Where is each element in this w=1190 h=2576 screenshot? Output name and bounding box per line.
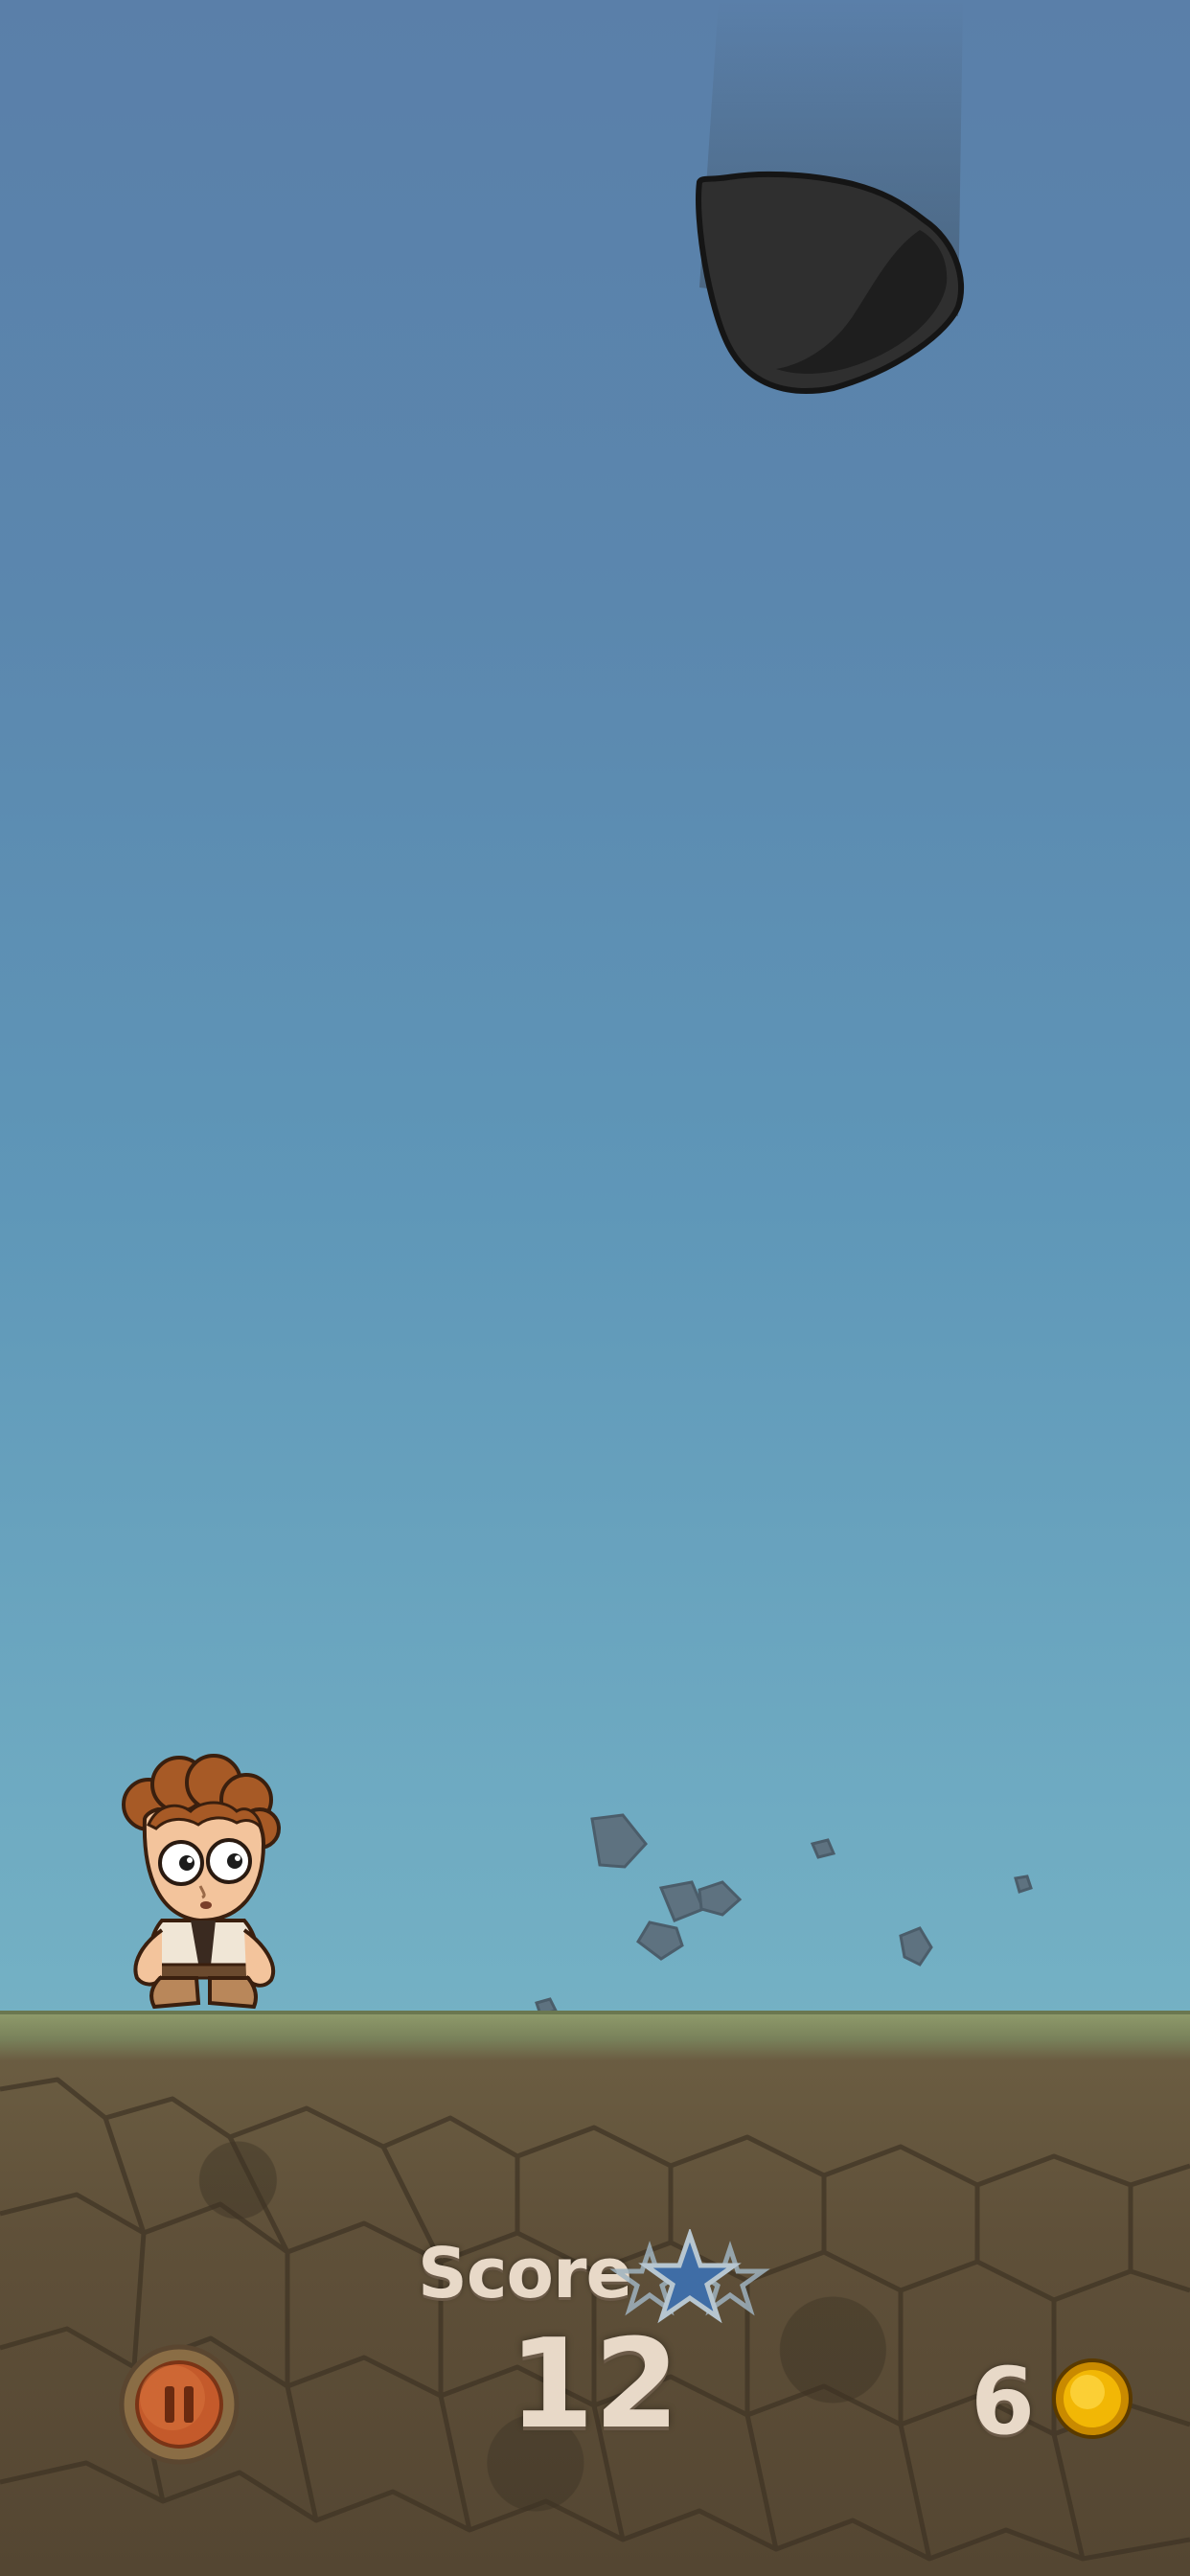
debris-chunk bbox=[1014, 1874, 1033, 1894]
pause-button[interactable] bbox=[117, 2342, 241, 2467]
coin-icon bbox=[1052, 2358, 1133, 2439]
score-value: 12 bbox=[508, 2313, 680, 2456]
debris-chunk bbox=[636, 1920, 684, 1961]
game-scene: Score 12 6 bbox=[0, 0, 1190, 2576]
debris-chunk bbox=[698, 1880, 743, 1917]
coin-count: 6 bbox=[971, 2348, 1035, 2455]
hero-boot-left bbox=[149, 1976, 201, 2010]
hero-character bbox=[122, 1754, 281, 2010]
debris-chunk bbox=[810, 1838, 836, 1859]
debris-chunk bbox=[658, 1880, 705, 1922]
debris-chunk bbox=[590, 1813, 648, 1869]
rock-debris bbox=[535, 1813, 1033, 2016]
grass-strip bbox=[0, 2011, 1190, 2060]
hero-boot-right bbox=[208, 1976, 258, 2010]
debris-chunk bbox=[899, 1926, 933, 1966]
falling-boulder bbox=[696, 0, 965, 394]
score-label: Score bbox=[418, 2233, 632, 2313]
sky-background bbox=[0, 0, 1190, 2017]
